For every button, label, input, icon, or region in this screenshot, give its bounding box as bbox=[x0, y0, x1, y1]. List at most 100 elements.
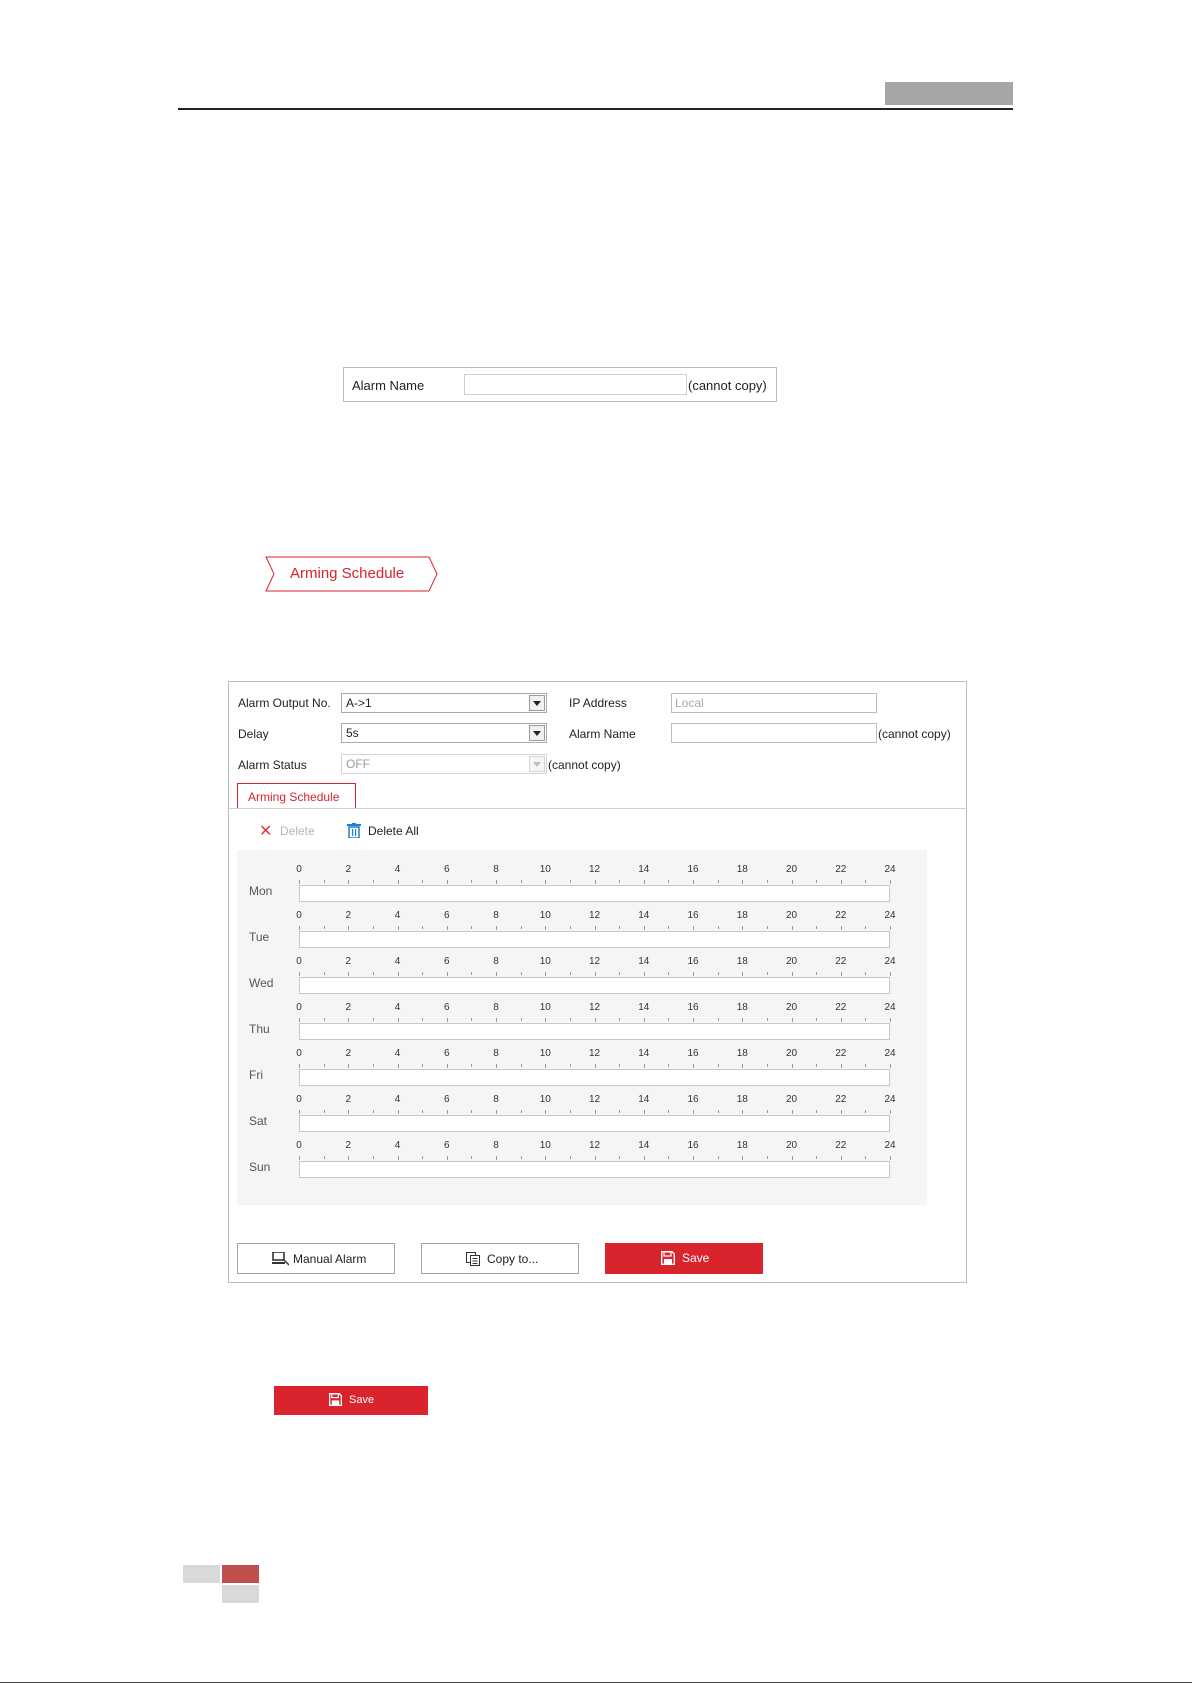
day-schedule-bar-tue[interactable] bbox=[299, 931, 890, 948]
hour-tick-label: 14 bbox=[638, 1140, 650, 1151]
hour-tick-label: 6 bbox=[443, 956, 450, 967]
hour-tick-label: 8 bbox=[493, 910, 499, 921]
hour-tick-label: 24 bbox=[884, 956, 896, 967]
hour-tick-mark bbox=[471, 1110, 473, 1113]
hour-tick-label: 16 bbox=[687, 910, 699, 921]
hour-tick-mark bbox=[816, 1156, 818, 1159]
copy-to-button[interactable]: Copy to... bbox=[421, 1243, 579, 1274]
day-schedule-bar-sun[interactable] bbox=[299, 1161, 890, 1178]
ip-address-label: IP Address bbox=[569, 696, 627, 710]
alarm-name-input[interactable] bbox=[464, 374, 687, 395]
day-schedule-bar-thu[interactable] bbox=[299, 1023, 890, 1040]
day-schedule-bar-sat[interactable] bbox=[299, 1115, 890, 1132]
hour-tick-mark bbox=[520, 880, 522, 883]
hour-tick-label: 18 bbox=[736, 864, 748, 875]
save-button[interactable]: Save bbox=[605, 1243, 763, 1274]
hour-tick-mark bbox=[791, 1110, 793, 1114]
hour-tick-label: 6 bbox=[443, 1048, 450, 1059]
hour-tick-label: 16 bbox=[687, 1048, 699, 1059]
hour-tick-mark bbox=[446, 1156, 448, 1160]
chevron-down-icon[interactable] bbox=[529, 695, 545, 711]
day-schedule-bar-mon[interactable] bbox=[299, 885, 890, 902]
hour-tick-mark bbox=[348, 1064, 350, 1068]
hour-tick-label: 12 bbox=[588, 864, 601, 875]
hour-tick-mark bbox=[299, 1156, 300, 1160]
hour-tick-mark bbox=[348, 972, 350, 976]
hour-tick-mark bbox=[594, 926, 596, 930]
hour-tick-mark bbox=[569, 926, 571, 929]
hour-tick-mark bbox=[520, 926, 522, 929]
hour-tick-mark bbox=[446, 972, 448, 976]
hour-tick-label: 2 bbox=[345, 1002, 352, 1013]
hour-tick-mark bbox=[668, 880, 670, 883]
hour-tick-mark bbox=[422, 1156, 424, 1159]
bottom-rule bbox=[0, 1682, 1192, 1683]
hour-tick-mark bbox=[791, 880, 793, 884]
hour-tick-label: 2 bbox=[345, 1094, 352, 1105]
hour-tick-mark bbox=[372, 972, 374, 975]
hour-tick-label: 20 bbox=[785, 1140, 798, 1151]
hour-tick-mark bbox=[397, 1064, 399, 1068]
hour-tick-mark bbox=[545, 926, 547, 930]
hour-tick-label: 12 bbox=[588, 1140, 601, 1151]
alarm-status-value: OFF bbox=[346, 757, 370, 771]
hour-tick-label: 2 bbox=[345, 1140, 352, 1151]
alarm-name-input[interactable] bbox=[671, 723, 877, 743]
hour-tick-mark bbox=[717, 880, 719, 883]
hour-tick-mark bbox=[299, 1018, 300, 1022]
manual-alarm-button[interactable]: Manual Alarm bbox=[237, 1243, 395, 1274]
hour-tick-mark bbox=[372, 1156, 374, 1159]
hour-tick-label: 0 bbox=[296, 1002, 302, 1013]
hour-tick-mark bbox=[840, 880, 842, 884]
hour-tick-label: 4 bbox=[394, 956, 401, 967]
delay-select[interactable]: 5s bbox=[341, 723, 547, 743]
alarm-name-label: Alarm Name bbox=[569, 727, 636, 741]
hour-tick-label: 14 bbox=[638, 1002, 650, 1013]
hour-tick-mark bbox=[397, 1110, 399, 1114]
hour-tick-mark bbox=[619, 880, 621, 883]
hour-tick-mark bbox=[643, 972, 645, 976]
hour-tick-mark bbox=[766, 926, 768, 929]
hour-tick-label: 14 bbox=[638, 864, 650, 875]
hour-tick-mark bbox=[791, 972, 793, 976]
hour-tick-label: 12 bbox=[588, 1094, 601, 1105]
hour-tick-mark bbox=[668, 1156, 670, 1159]
alarm-name-form: Alarm Name (cannot copy) bbox=[343, 367, 777, 402]
day-label-wed: Wed bbox=[249, 976, 274, 990]
hour-tick-mark bbox=[643, 1110, 645, 1114]
hour-tick-mark bbox=[397, 1156, 399, 1160]
hour-tick-mark bbox=[545, 1064, 547, 1068]
hour-tick-label: 14 bbox=[638, 1094, 650, 1105]
save-button-sample[interactable]: Save bbox=[274, 1386, 428, 1415]
hour-tick-mark bbox=[569, 1110, 571, 1113]
hour-tick-mark bbox=[446, 1064, 448, 1068]
ip-address-input[interactable]: Local bbox=[671, 693, 877, 713]
day-schedule-bar-fri[interactable] bbox=[299, 1069, 890, 1086]
hour-tick-label: 4 bbox=[394, 1094, 401, 1105]
hour-tick-mark bbox=[619, 1156, 621, 1159]
hour-tick-mark bbox=[496, 972, 497, 976]
hour-tick-mark bbox=[299, 880, 300, 884]
hour-tick-mark bbox=[890, 880, 891, 884]
hour-tick-mark bbox=[693, 1018, 694, 1022]
hour-tick-mark bbox=[471, 926, 473, 929]
chevron-down-icon[interactable] bbox=[529, 725, 545, 741]
alarm-output-select[interactable]: A->1 bbox=[341, 693, 547, 713]
hour-tick-label: 18 bbox=[736, 910, 748, 921]
delay-value: 5s bbox=[346, 726, 359, 740]
footer-gray-block-lower bbox=[222, 1585, 259, 1603]
hour-tick-mark bbox=[348, 880, 350, 884]
tab-arming-schedule[interactable]: Arming Schedule bbox=[237, 783, 356, 808]
hour-tick-mark bbox=[766, 1156, 768, 1159]
hour-tick-label: 6 bbox=[443, 864, 450, 875]
day-label-mon: Mon bbox=[249, 884, 273, 898]
hour-tick-label: 8 bbox=[493, 1048, 499, 1059]
alarm-name-note: (cannot copy) bbox=[878, 727, 951, 741]
day-schedule-bar-wed[interactable] bbox=[299, 977, 890, 994]
hour-tick-mark bbox=[496, 1064, 497, 1068]
hour-tick-label: 20 bbox=[785, 1002, 798, 1013]
hour-tick-label: 0 bbox=[296, 956, 302, 967]
hour-tick-label: 4 bbox=[394, 910, 401, 921]
hour-tick-mark bbox=[422, 1018, 424, 1021]
save-icon bbox=[329, 1393, 342, 1406]
